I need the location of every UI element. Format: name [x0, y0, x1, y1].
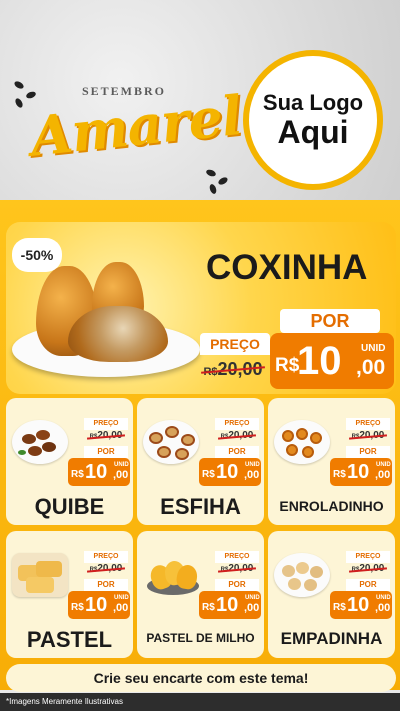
new-price: R$ 10 UNID ,00	[199, 591, 261, 619]
new-cents: ,00	[244, 602, 260, 614]
unit-label: UNID	[245, 595, 260, 601]
new-value: 10	[85, 461, 108, 483]
new-currency: R$	[275, 355, 300, 376]
logo-placeholder: Sua Logo Aqui	[243, 50, 383, 190]
old-amount: 20,00	[228, 563, 254, 574]
hero-product-name: COXINHA	[206, 248, 368, 287]
unit-label: UNID	[114, 462, 129, 468]
unit-label: UNID	[376, 462, 391, 468]
product-card-empadinha: PREÇO R$20,00 POR R$ 10 UNID ,00 EMPADIN…	[268, 531, 395, 658]
discount-badge: -50%	[12, 238, 62, 272]
new-price: R$ 10 UNID ,00	[330, 591, 392, 619]
new-value: 10	[297, 339, 342, 383]
new-value: 10	[347, 461, 370, 483]
old-amount: 20,00	[359, 563, 385, 574]
new-cents: ,00	[244, 469, 260, 481]
new-price: R$ 10 UNID ,00	[68, 458, 130, 486]
new-cents: ,00	[356, 356, 386, 379]
por-label: POR	[215, 446, 259, 458]
old-amount: 20,00	[97, 430, 123, 441]
logo-text-line2: Aqui	[277, 114, 349, 150]
old-price: R$20,00	[346, 429, 390, 443]
old-amount: 20,00	[217, 359, 263, 379]
new-cents: ,00	[113, 602, 129, 614]
new-cents: ,00	[375, 602, 391, 614]
hero-por-label: POR	[280, 309, 380, 333]
hero-old-price: R$20,00	[198, 355, 268, 383]
cta-banner[interactable]: Crie seu encarte com este tema!	[6, 664, 396, 692]
product-name: EMPADINHA	[280, 629, 383, 648]
product-card-pastel-de-milho: PREÇO R$20,00 POR R$ 10 UNID ,00 PASTEL …	[137, 531, 264, 658]
por-label: POR	[84, 446, 128, 458]
disclaimer-footer: *Imagens Meramente Ilustrativas	[0, 693, 400, 711]
old-amount: 20,00	[359, 430, 385, 441]
quibe-image	[12, 420, 68, 464]
coxinha-image	[68, 306, 168, 362]
product-card-quibe: PREÇO R$20,00 POR R$ 10 UNID ,00 QUIBE	[6, 398, 133, 525]
old-price: R$20,00	[215, 562, 259, 576]
pastel-de-milho-image	[143, 553, 199, 597]
old-price: R$20,00	[346, 562, 390, 576]
old-amount: 20,00	[97, 563, 123, 574]
esfiha-image	[143, 420, 199, 464]
new-currency: R$	[333, 469, 346, 480]
product-card-enroladinho: PREÇO R$20,00 POR R$ 10 UNID ,00 ENROLAD…	[268, 398, 395, 525]
logo-text-line1: Sua Logo	[262, 90, 364, 115]
new-currency: R$	[71, 602, 84, 613]
product-card-pastel: PREÇO R$20,00 POR R$ 10 UNID ,00 PASTEL	[6, 531, 133, 658]
por-label: POR	[215, 579, 259, 591]
new-price: R$ 10 UNID ,00	[68, 591, 130, 619]
enroladinho-image	[274, 420, 330, 464]
new-value: 10	[216, 594, 239, 616]
hero-new-price: R$ 10 UNID ,00	[270, 333, 394, 389]
por-label: POR	[84, 579, 128, 591]
pastel-image	[12, 553, 68, 597]
product-name: QUIBE	[34, 494, 105, 519]
old-currency: R$	[203, 366, 218, 378]
unit-label: UNID	[376, 595, 391, 601]
product-name: PASTEL DE MILHO	[146, 631, 255, 645]
por-label: POR	[346, 579, 390, 591]
old-price: R$20,00	[215, 429, 259, 443]
new-value: 10	[216, 461, 239, 483]
product-name: PASTEL	[26, 627, 113, 652]
hero-preco-label: PREÇO	[200, 333, 270, 355]
empadinha-image	[274, 553, 330, 597]
unit-label: UNID	[114, 595, 129, 601]
new-price: R$ 10 UNID ,00	[330, 458, 392, 486]
new-price: R$ 10 UNID ,00	[199, 458, 261, 486]
old-price: R$20,00	[84, 429, 128, 443]
unit-label: UNID	[361, 343, 386, 354]
new-value: 10	[85, 594, 108, 616]
product-card-esfiha: PREÇO R$20,00 POR R$ 10 UNID ,00 ESFIHA	[137, 398, 264, 525]
old-amount: 20,00	[228, 430, 254, 441]
por-label: POR	[346, 446, 390, 458]
new-currency: R$	[202, 602, 215, 613]
new-cents: ,00	[113, 469, 129, 481]
unit-label: UNID	[245, 462, 260, 468]
new-cents: ,00	[375, 469, 391, 481]
product-name: ENROLADINHO	[279, 498, 384, 514]
new-currency: R$	[202, 469, 215, 480]
old-price: R$20,00	[84, 562, 128, 576]
product-name: ESFIHA	[160, 494, 241, 519]
new-value: 10	[347, 594, 370, 616]
new-currency: R$	[71, 469, 84, 480]
new-currency: R$	[333, 602, 346, 613]
